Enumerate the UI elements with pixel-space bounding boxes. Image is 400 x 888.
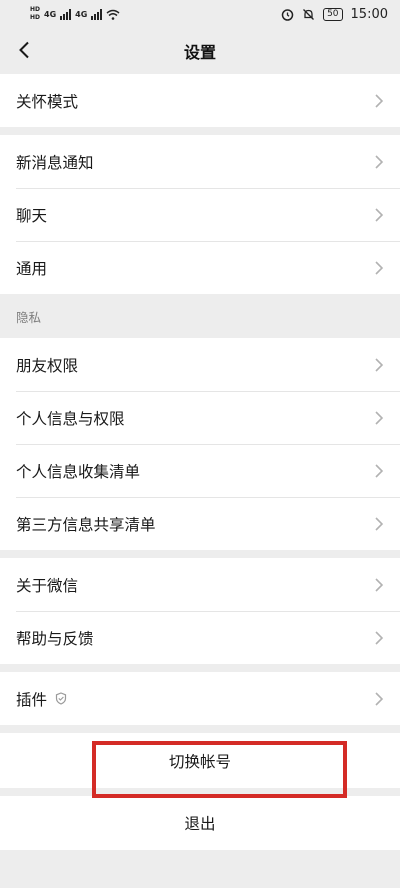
item-new-message-notification[interactable]: 新消息通知 bbox=[0, 135, 400, 188]
item-friend-permissions[interactable]: 朋友权限 bbox=[0, 338, 400, 391]
alarm-icon bbox=[281, 8, 294, 21]
item-care-mode[interactable]: 关怀模式 bbox=[0, 74, 400, 127]
separator bbox=[0, 664, 400, 672]
hd-icon: HD HD bbox=[30, 6, 41, 21]
page-title: 设置 bbox=[183, 43, 216, 62]
logout-button[interactable]: 退出 bbox=[0, 796, 400, 850]
clock: 15:00 bbox=[350, 6, 388, 22]
item-label: 个人信息与权限 bbox=[16, 409, 125, 428]
separator bbox=[0, 550, 400, 558]
title-bar: 设置 bbox=[0, 28, 400, 74]
item-personal-info-collection[interactable]: 个人信息收集清单 bbox=[0, 444, 400, 497]
item-label: 通用 bbox=[16, 259, 48, 278]
separator bbox=[0, 725, 400, 733]
item-left: 插件 bbox=[16, 688, 67, 710]
battery-icon: 50 bbox=[323, 7, 343, 21]
chevron-right-icon bbox=[375, 260, 384, 275]
item-label: 关于微信 bbox=[16, 576, 79, 595]
item-label: 关怀模式 bbox=[16, 92, 79, 111]
chevron-right-icon bbox=[375, 691, 384, 706]
item-about-wechat[interactable]: 关于微信 bbox=[0, 558, 400, 611]
chevron-right-icon bbox=[375, 207, 384, 222]
settings-group-care: 关怀模式 bbox=[0, 74, 400, 127]
separator bbox=[0, 788, 400, 796]
settings-group-plugins: 插件 bbox=[0, 672, 400, 725]
settings-group-general: 新消息通知 聊天 通用 bbox=[0, 135, 400, 294]
item-label: 个人信息收集清单 bbox=[16, 462, 141, 481]
item-label: 帮助与反馈 bbox=[16, 629, 94, 648]
status-right: 50 15:00 bbox=[281, 7, 388, 22]
item-personal-info-permissions[interactable]: 个人信息与权限 bbox=[0, 391, 400, 444]
item-chat[interactable]: 聊天 bbox=[0, 188, 400, 241]
signal-bars-icon bbox=[60, 8, 72, 20]
switch-account-button[interactable]: 切换帐号 bbox=[0, 733, 400, 788]
separator bbox=[0, 127, 400, 135]
item-general[interactable]: 通用 bbox=[0, 241, 400, 294]
chevron-right-icon bbox=[375, 463, 384, 478]
network-type-left: 4G bbox=[44, 9, 57, 19]
status-bar: HD HD 4G 4G 50 15:00 bbox=[0, 0, 400, 28]
chevron-right-icon bbox=[375, 154, 384, 169]
chevron-right-icon bbox=[375, 357, 384, 372]
logout-label: 退出 bbox=[184, 815, 216, 833]
item-label: 新消息通知 bbox=[16, 153, 94, 172]
switch-account-label: 切换帐号 bbox=[168, 752, 231, 771]
chevron-left-icon bbox=[19, 41, 29, 59]
item-label: 聊天 bbox=[16, 206, 48, 225]
back-button[interactable] bbox=[8, 34, 40, 66]
item-label: 第三方信息共享清单 bbox=[16, 515, 156, 534]
chevron-right-icon bbox=[375, 577, 384, 592]
item-label: 插件 bbox=[16, 690, 48, 709]
settings-group-privacy: 朋友权限 个人信息与权限 个人信息收集清单 第三方信息共享清单 bbox=[0, 338, 400, 550]
item-plugins[interactable]: 插件 bbox=[0, 672, 400, 725]
chevron-right-icon bbox=[375, 516, 384, 531]
chevron-right-icon bbox=[375, 410, 384, 425]
item-third-party-sharing[interactable]: 第三方信息共享清单 bbox=[0, 497, 400, 550]
signal-bars-icon bbox=[91, 8, 103, 20]
status-indicators: HD HD 4G 4G bbox=[30, 6, 120, 22]
chevron-right-icon bbox=[375, 93, 384, 108]
item-label: 朋友权限 bbox=[16, 356, 79, 375]
shield-icon bbox=[55, 692, 67, 705]
chevron-right-icon bbox=[375, 630, 384, 645]
item-help-feedback[interactable]: 帮助与反馈 bbox=[0, 611, 400, 664]
mute-bell-icon bbox=[303, 8, 315, 20]
settings-group-about: 关于微信 帮助与反馈 bbox=[0, 558, 400, 664]
section-label-privacy: 隐私 bbox=[0, 294, 400, 338]
wifi-icon bbox=[106, 9, 120, 20]
network-type-right: 4G bbox=[75, 9, 88, 19]
